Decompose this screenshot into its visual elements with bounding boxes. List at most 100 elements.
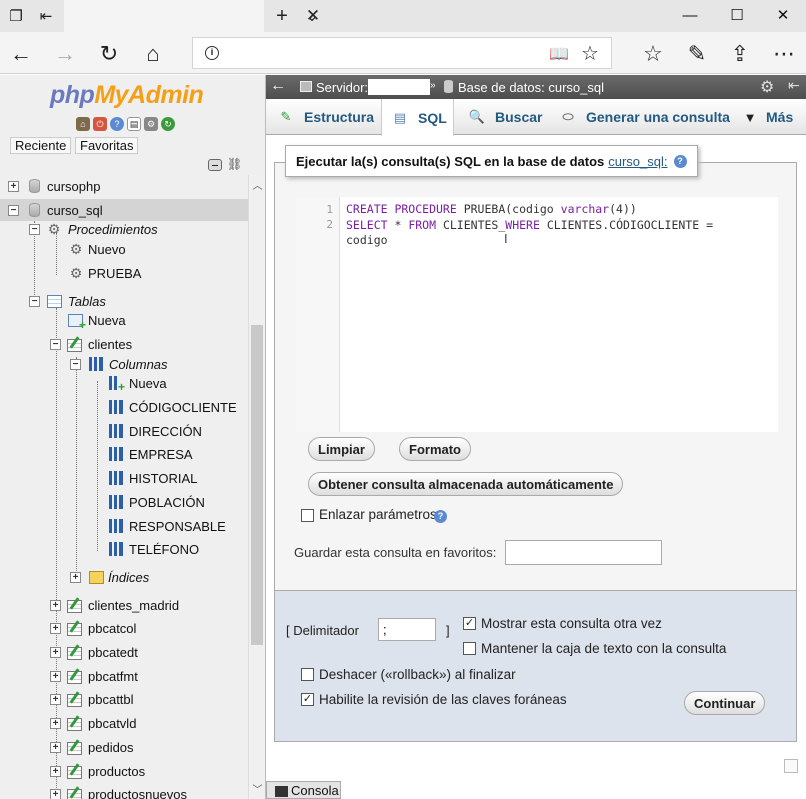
expand-icon[interactable]: +	[50, 788, 61, 799]
go-button[interactable]: Continuar	[684, 691, 766, 715]
tree-label[interactable]: DIRECCIÓN	[129, 424, 202, 439]
tree-label[interactable]: HISTORIAL	[129, 471, 197, 486]
logout-icon[interactable]: ⏻	[93, 117, 107, 131]
tree-column[interactable]: EMPRESA	[0, 443, 248, 465]
more-menu-icon[interactable]: ⋯	[771, 41, 797, 67]
home-icon[interactable]: ⌂	[76, 117, 90, 131]
console-toggle[interactable]: Consola	[266, 781, 341, 799]
help-icon[interactable]: ?	[673, 154, 687, 168]
collapse-icon[interactable]: −	[70, 358, 81, 370]
expand-icon[interactable]: +	[50, 646, 61, 658]
phpmyadmin-logo[interactable]: phpMyAdmin	[50, 81, 204, 110]
browser-tab[interactable]: ✕	[64, 0, 320, 32]
bookmark-input[interactable]	[505, 540, 662, 565]
favorites-hub-icon[interactable]: ☆	[640, 41, 666, 67]
tab-recent[interactable]: Reciente	[10, 137, 72, 154]
minimize-icon[interactable]: —	[677, 4, 703, 26]
tree-label[interactable]: pbcatvld	[88, 716, 136, 731]
tree-label[interactable]: clientes_madrid	[88, 598, 179, 613]
collapse-icon[interactable]: −	[50, 338, 61, 350]
tree-label[interactable]: Nuevo	[88, 242, 126, 257]
link-with-main-icon[interactable]: ⛓	[227, 157, 242, 171]
tree-label[interactable]: curso_sql	[47, 203, 103, 218]
legend-database-link[interactable]: curso_sql:	[608, 154, 667, 169]
breadcrumb-server[interactable]: Servidor:	[316, 80, 368, 95]
tree-db-cursophp[interactable]: + cursophp	[0, 175, 248, 197]
favorite-star-icon[interactable]: ☆	[581, 41, 599, 66]
tree-label[interactable]: Columnas	[109, 357, 168, 372]
tree-label[interactable]: pbcatfmt	[88, 669, 138, 684]
scroll-down-icon[interactable]: ﹀	[249, 781, 265, 796]
tree-label[interactable]: TELÉFONO	[129, 542, 199, 557]
tab-favorites[interactable]: Favoritas	[75, 137, 139, 154]
tree-label[interactable]: PRUEBA	[88, 266, 141, 281]
tree-label[interactable]: Procedimientos	[68, 222, 158, 237]
tree-table[interactable]: + clientes_madrid	[0, 594, 248, 616]
tab-structure[interactable]: ✎ Estructura	[278, 99, 374, 135]
tree-procedures[interactable]: − ⚙ Procedimientos	[0, 218, 248, 240]
tree-table[interactable]: + pedidos	[0, 736, 248, 758]
clear-button[interactable]: Limpiar	[308, 437, 375, 461]
tree-label[interactable]: productos	[88, 764, 145, 779]
tree-column-new[interactable]: Nueva	[0, 372, 248, 394]
expand-icon[interactable]: +	[50, 693, 61, 705]
bind-parameters-checkbox[interactable]	[301, 509, 314, 522]
documentation-icon[interactable]: ▤	[127, 117, 141, 131]
expand-icon[interactable]: +	[8, 180, 19, 192]
tree-table[interactable]: + pbcatedt	[0, 641, 248, 663]
address-bar[interactable]: i 📖 ☆	[192, 37, 612, 69]
tree-label[interactable]: Nueva	[129, 376, 167, 391]
expand-icon[interactable]: +	[50, 765, 61, 777]
new-tab-icon[interactable]: +	[272, 5, 292, 27]
collapse-navigation-icon[interactable]: ←	[270, 77, 286, 95]
site-info-icon[interactable]: i	[205, 46, 219, 60]
collapse-topmenu-icon[interactable]: ⇤	[788, 77, 800, 94]
tree-procedure-prueba[interactable]: ⚙ PRUEBA	[0, 262, 248, 284]
maximize-icon[interactable]: ☐	[724, 4, 750, 26]
tree-column[interactable]: HISTORIAL	[0, 467, 248, 489]
tree-label[interactable]: pbcattbl	[88, 692, 134, 707]
tree-table[interactable]: + pbcatcol	[0, 617, 248, 639]
page-settings-gear-icon[interactable]: ⚙	[760, 77, 774, 97]
tree-column[interactable]: DIRECCIÓN	[0, 420, 248, 442]
reload-icon[interactable]: ↻	[161, 117, 175, 131]
tree-label[interactable]: Nueva	[88, 313, 126, 328]
tab-search[interactable]: 🔍 Buscar	[469, 99, 543, 135]
expand-icon[interactable]: +	[50, 717, 61, 729]
web-note-icon[interactable]: ✎	[684, 41, 710, 67]
home-icon[interactable]: ⌂	[140, 41, 166, 67]
settings-gear-icon[interactable]: ⚙	[144, 117, 158, 131]
tree-label[interactable]: Tablas	[68, 294, 106, 309]
show-query-again-checkbox[interactable]: ✓	[463, 617, 476, 630]
expand-icon[interactable]: +	[50, 670, 61, 682]
sql-code[interactable]: CREATE PROCEDURE PRUEBA(codigo varchar(4…	[346, 202, 746, 249]
tree-label[interactable]: POBLACIÓN	[129, 495, 205, 510]
tree-label[interactable]: Índices	[108, 570, 149, 585]
expand-icon[interactable]: +	[50, 622, 61, 634]
tree-table[interactable]: + pbcatvld	[0, 712, 248, 734]
tree-label[interactable]: cursophp	[47, 179, 100, 194]
reading-view-icon[interactable]: 📖	[549, 44, 569, 64]
tree-column[interactable]: POBLACIÓN	[0, 491, 248, 513]
breadcrumb-database[interactable]: Base de datos: curso_sql	[458, 80, 604, 95]
set-aside-tabs-icon[interactable]: ⇤	[36, 6, 56, 26]
expand-icon[interactable]: +	[50, 741, 61, 753]
refresh-icon[interactable]: ↻	[96, 41, 122, 67]
tree-table[interactable]: + pbcattbl	[0, 688, 248, 710]
tree-label[interactable]: EMPRESA	[129, 447, 193, 462]
sql-editor[interactable]: 1 2 CREATE PROCEDURE PRUEBA(codigo varch…	[296, 197, 778, 432]
tree-table-clientes[interactable]: − clientes	[0, 333, 248, 355]
url-input[interactable]	[227, 44, 527, 62]
tab-sql[interactable]: ▤ SQL	[381, 99, 454, 136]
collapse-icon[interactable]: −	[8, 204, 19, 216]
forward-icon[interactable]: →	[52, 41, 78, 67]
tree-label[interactable]: pbcatcol	[88, 621, 136, 636]
tree-table[interactable]: + productosnuevos	[0, 783, 248, 799]
format-button[interactable]: Formato	[399, 437, 471, 461]
tree-label[interactable]: RESPONSABLE	[129, 519, 226, 534]
collapse-icon[interactable]: −	[29, 295, 40, 307]
back-icon[interactable]: ←	[8, 41, 34, 67]
tree-procedure-new[interactable]: ⚙ Nuevo	[0, 238, 248, 260]
close-window-icon[interactable]: ✕	[770, 4, 796, 26]
tree-label[interactable]: pedidos	[88, 740, 134, 755]
